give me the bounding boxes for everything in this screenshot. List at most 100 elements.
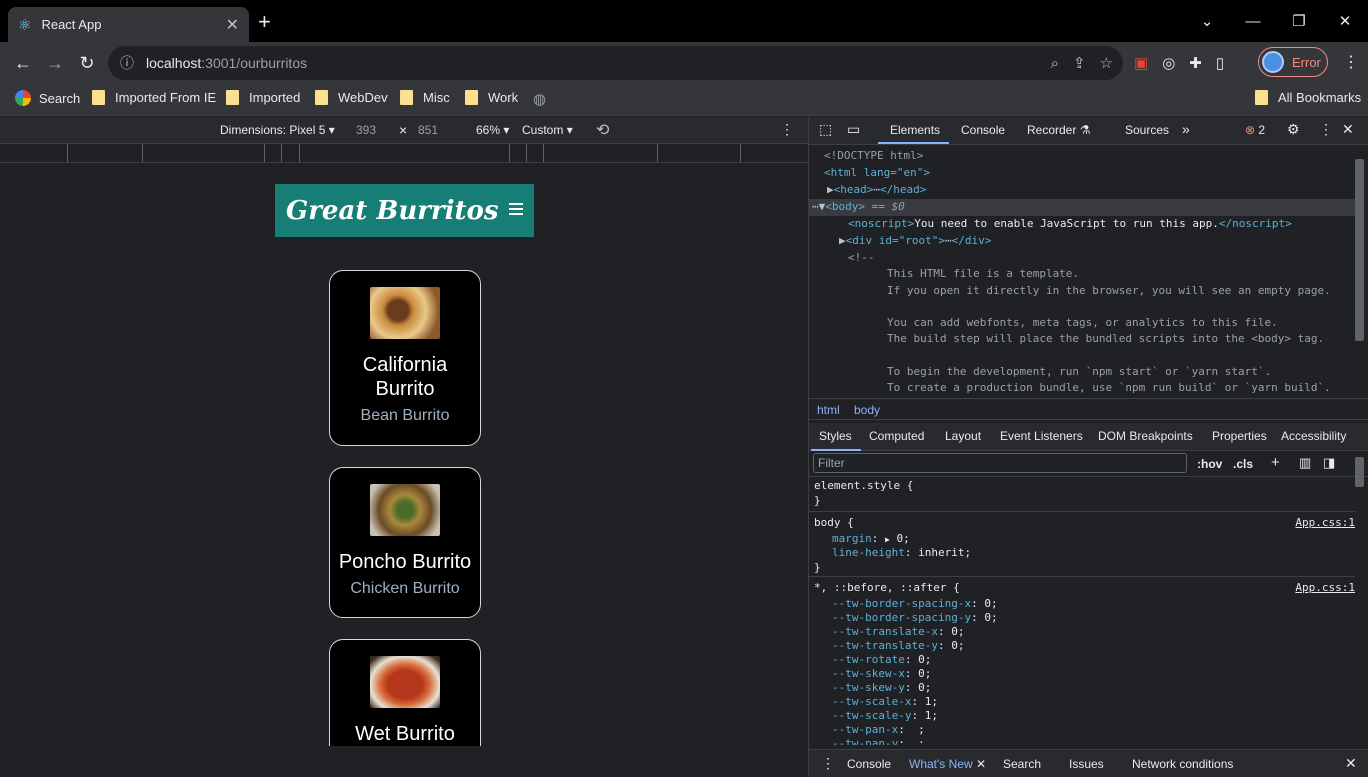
css-declaration[interactable]: --tw-translate-x: 0; bbox=[832, 625, 964, 639]
css-declaration[interactable]: --tw-translate-y: 0; bbox=[832, 639, 964, 653]
hov-toggle[interactable]: :hov bbox=[1197, 457, 1222, 471]
browser-menu-icon[interactable]: ⋮ bbox=[1343, 52, 1359, 72]
css-declaration[interactable]: --tw-border-spacing-x: 0; bbox=[832, 597, 998, 611]
settings-gear-icon[interactable]: ⚙ bbox=[1287, 121, 1300, 138]
forward-icon[interactable]: → bbox=[44, 52, 66, 74]
tab-sources[interactable]: Sources bbox=[1125, 123, 1169, 137]
styles-scrollbar[interactable] bbox=[1355, 457, 1364, 487]
tab-accessibility[interactable]: Accessibility bbox=[1281, 429, 1346, 443]
side-panel-icon[interactable]: ▯ bbox=[1216, 54, 1224, 72]
drawer-tab-whats-new[interactable]: What's New ✕ bbox=[909, 757, 986, 771]
tab-search-icon[interactable]: ⌄ bbox=[1184, 0, 1230, 42]
device-height-input[interactable]: 851 bbox=[418, 123, 438, 137]
back-icon[interactable]: ← bbox=[12, 52, 34, 74]
close-window-icon[interactable]: ✕ bbox=[1322, 0, 1368, 42]
crumb-body[interactable]: body bbox=[854, 403, 880, 417]
dom-scrollbar[interactable] bbox=[1355, 159, 1364, 341]
css-declaration[interactable]: --tw-rotate: 0; bbox=[832, 653, 931, 667]
inspect-element-icon[interactable]: ⬚ bbox=[819, 121, 832, 138]
app-logo[interactable]: Great Burritos bbox=[286, 196, 499, 226]
burrito-card[interactable]: Poncho Burrito Chicken Burrito bbox=[329, 467, 481, 618]
tab-styles[interactable]: Styles bbox=[819, 429, 852, 443]
css-declaration[interactable]: --tw-pan-y: ; bbox=[832, 737, 925, 745]
throttle-select[interactable]: Custom ▾ bbox=[522, 123, 573, 137]
body-rule-selector[interactable]: body { bbox=[814, 516, 854, 530]
css-declaration[interactable]: line-height: inherit; bbox=[832, 546, 971, 560]
head-node[interactable]: ▶<head>⋯</head> bbox=[827, 181, 926, 198]
html-node[interactable]: <html lang="en"> bbox=[824, 164, 930, 181]
bookmark-all-bookmarks[interactable]: All Bookmarks bbox=[1255, 90, 1361, 105]
tab-computed[interactable]: Computed bbox=[869, 429, 924, 443]
device-dimensions-select[interactable]: Dimensions: Pixel 5 ▾ bbox=[220, 123, 335, 137]
drawer-menu-icon[interactable]: ⋮ bbox=[821, 755, 835, 772]
browser-tab[interactable]: ⚛ React App ✕ bbox=[8, 7, 249, 42]
restore-icon[interactable]: ❐ bbox=[1276, 0, 1322, 42]
tab-dom-breakpoints[interactable]: DOM Breakpoints bbox=[1098, 429, 1193, 443]
noscript-node[interactable]: <noscript>You need to enable JavaScript … bbox=[848, 215, 1292, 232]
css-declaration[interactable]: --tw-skew-x: 0; bbox=[832, 667, 931, 681]
bookmark-imported[interactable]: Imported bbox=[226, 90, 300, 105]
bookmark-misc[interactable]: Misc bbox=[400, 90, 450, 105]
tab-layout[interactable]: Layout bbox=[945, 429, 981, 443]
new-rule-icon[interactable]: + bbox=[1271, 454, 1280, 471]
close-devtools-icon[interactable]: ✕ bbox=[1342, 121, 1354, 138]
profile-button[interactable]: Error bbox=[1258, 47, 1328, 77]
device-more-icon[interactable]: ⋮ bbox=[780, 121, 794, 138]
crumb-html[interactable]: html bbox=[817, 403, 840, 417]
element-style-rule[interactable]: element.style { bbox=[814, 479, 913, 493]
bookmark-star-icon[interactable]: ☆ bbox=[1100, 54, 1113, 72]
zoom-icon[interactable]: ⌕ bbox=[1051, 55, 1059, 72]
tab-console[interactable]: Console bbox=[961, 123, 1005, 137]
close-icon[interactable]: ✕ bbox=[976, 757, 986, 771]
cls-toggle[interactable]: .cls bbox=[1233, 457, 1253, 471]
more-tabs-icon[interactable]: » bbox=[1182, 121, 1190, 137]
address-bar[interactable]: ⓘ localhost:3001/ourburritos ⌕ ⇪ ☆ bbox=[108, 46, 1123, 80]
css-declaration[interactable]: --tw-skew-y: 0; bbox=[832, 681, 931, 695]
tab-event-listeners[interactable]: Event Listeners bbox=[1000, 429, 1083, 443]
burrito-card[interactable]: Wet Burrito bbox=[329, 639, 481, 746]
css-declaration[interactable]: --tw-scale-x: 1; bbox=[832, 695, 938, 709]
tab-close-icon[interactable]: ✕ bbox=[226, 15, 239, 35]
root-div-node[interactable]: ▶<div id="root">⋯</div> bbox=[839, 232, 991, 249]
burrito-card[interactable]: California Burrito Bean Burrito bbox=[329, 270, 481, 446]
reload-icon[interactable]: ↻ bbox=[76, 52, 98, 74]
css-declaration[interactable]: margin: ▶ 0; bbox=[832, 532, 910, 547]
css-declaration[interactable]: --tw-scale-y: 1; bbox=[832, 709, 938, 723]
drawer-tab-search[interactable]: Search bbox=[1003, 757, 1041, 771]
styles-filter-input[interactable]: Filter bbox=[813, 453, 1187, 473]
device-width-input[interactable]: 393 bbox=[356, 123, 376, 137]
tab-recorder[interactable]: Recorder ⚗ bbox=[1027, 123, 1090, 137]
bookmark-search[interactable]: Search bbox=[15, 90, 80, 106]
bookmark-imported-from-ie[interactable]: Imported From IE bbox=[92, 90, 216, 105]
extension-red-icon[interactable]: ▣ bbox=[1134, 54, 1148, 72]
tab-elements[interactable]: Elements bbox=[890, 123, 940, 137]
css-declaration[interactable]: --tw-pan-x: ; bbox=[832, 723, 925, 737]
new-tab-button[interactable]: + bbox=[258, 11, 271, 33]
universal-rule-selector[interactable]: *, ::before, ::after { bbox=[814, 581, 960, 595]
extension-target-icon[interactable]: ◎ bbox=[1162, 54, 1175, 72]
error-counter[interactable]: ⊗ 2 bbox=[1245, 123, 1265, 137]
comment-open[interactable]: <!-- bbox=[848, 249, 875, 266]
doctype-node[interactable]: <!DOCTYPE html> bbox=[824, 147, 923, 164]
drawer-tab-console[interactable]: Console bbox=[847, 757, 891, 771]
bookmark-work[interactable]: Work bbox=[465, 90, 518, 105]
sidebar-toggle-icon[interactable]: ◨ bbox=[1323, 455, 1335, 471]
source-link[interactable]: App.css:1 bbox=[1295, 581, 1355, 595]
paint-icon[interactable]: ▥ bbox=[1299, 455, 1311, 471]
zoom-select[interactable]: 66% ▾ bbox=[476, 123, 509, 137]
site-info-icon[interactable]: ⓘ bbox=[120, 53, 134, 73]
rotate-icon[interactable]: ⟲ bbox=[596, 120, 609, 140]
source-link[interactable]: App.css:1 bbox=[1295, 516, 1355, 530]
extensions-puzzle-icon[interactable]: ✚ bbox=[1189, 54, 1202, 72]
share-icon[interactable]: ⇪ bbox=[1073, 54, 1086, 72]
close-drawer-icon[interactable]: ✕ bbox=[1345, 755, 1357, 772]
body-node[interactable]: ⋯▼<body> == $0 bbox=[812, 198, 905, 215]
devtools-menu-icon[interactable]: ⋮ bbox=[1319, 121, 1333, 138]
drawer-tab-network-conditions[interactable]: Network conditions bbox=[1132, 757, 1233, 771]
css-declaration[interactable]: --tw-border-spacing-y: 0; bbox=[832, 611, 998, 625]
minimize-icon[interactable]: — bbox=[1230, 0, 1276, 42]
device-toggle-icon[interactable]: ▭ bbox=[847, 121, 860, 138]
drawer-tab-issues[interactable]: Issues bbox=[1069, 757, 1104, 771]
hamburger-menu-icon[interactable] bbox=[509, 203, 523, 218]
globe-icon[interactable]: ◍ bbox=[533, 90, 546, 108]
